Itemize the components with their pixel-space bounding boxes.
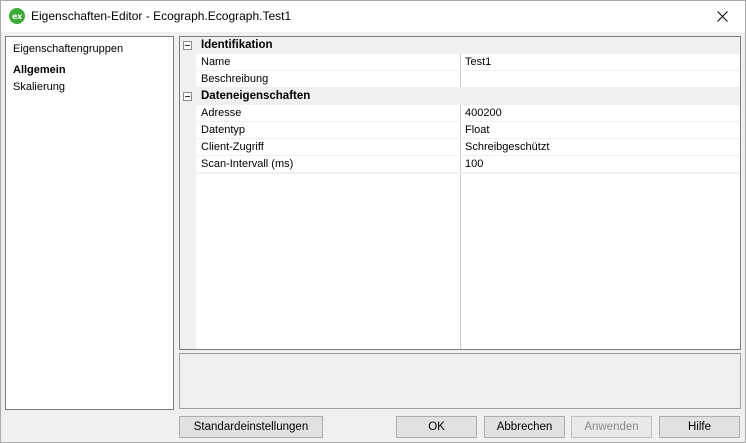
grid-row-separator bbox=[196, 173, 740, 174]
category-dateneigenschaften[interactable]: Dateneigenschaften bbox=[180, 88, 740, 105]
property-row-client-zugriff[interactable]: Client-Zugriff Schreibgeschützt bbox=[180, 139, 740, 156]
app-icon: ex bbox=[9, 8, 25, 24]
property-value[interactable]: 100 bbox=[465, 158, 483, 170]
help-button[interactable]: Hilfe bbox=[659, 416, 740, 438]
defaults-button[interactable]: Standardeinstellungen bbox=[179, 416, 323, 438]
description-pane bbox=[179, 353, 741, 409]
property-name: Scan-Intervall (ms) bbox=[201, 158, 294, 170]
property-groups-panel: Eigenschaftengruppen Allgemein Skalierun… bbox=[5, 36, 174, 410]
property-grid: Identifikation Name Test1 Beschreibung D… bbox=[179, 36, 741, 350]
title-bar: ex Eigenschaften-Editor - Ecograph.Ecogr… bbox=[1, 1, 745, 32]
collapse-icon[interactable] bbox=[183, 41, 192, 50]
sidebar-item-allgemein[interactable]: Allgemein bbox=[13, 64, 66, 76]
window-title: Eigenschaften-Editor - Ecograph.Ecograph… bbox=[31, 9, 292, 23]
property-groups-header: Eigenschaftengruppen bbox=[13, 43, 124, 55]
apply-button[interactable]: Anwenden bbox=[571, 416, 652, 438]
category-label: Identifikation bbox=[201, 39, 273, 51]
property-value[interactable]: Test1 bbox=[465, 56, 491, 68]
category-identifikation[interactable]: Identifikation bbox=[180, 37, 740, 54]
property-value[interactable]: Float bbox=[465, 124, 489, 136]
close-icon bbox=[716, 11, 728, 22]
property-name: Datentyp bbox=[201, 124, 246, 136]
property-row-datentyp[interactable]: Datentyp Float bbox=[180, 122, 740, 139]
property-name: Beschreibung bbox=[201, 73, 269, 85]
property-value[interactable]: Schreibgeschützt bbox=[465, 141, 549, 153]
sidebar-item-skalierung[interactable]: Skalierung bbox=[13, 81, 65, 93]
close-button[interactable] bbox=[699, 1, 745, 32]
property-row-adresse[interactable]: Adresse 400200 bbox=[180, 105, 740, 122]
property-name: Client-Zugriff bbox=[201, 141, 264, 153]
properties-editor-window: ex Eigenschaften-Editor - Ecograph.Ecogr… bbox=[0, 0, 746, 443]
ok-button[interactable]: OK bbox=[396, 416, 477, 438]
property-row-scan-intervall[interactable]: Scan-Intervall (ms) 100 bbox=[180, 156, 740, 173]
property-value[interactable]: 400200 bbox=[465, 107, 502, 119]
property-row-beschreibung[interactable]: Beschreibung bbox=[180, 71, 740, 88]
property-name: Adresse bbox=[201, 107, 242, 119]
collapse-icon[interactable] bbox=[183, 92, 192, 101]
property-name: Name bbox=[201, 56, 231, 68]
property-row-name[interactable]: Name Test1 bbox=[180, 54, 740, 71]
category-label: Dateneigenschaften bbox=[201, 90, 311, 102]
cancel-button[interactable]: Abbrechen bbox=[484, 416, 565, 438]
